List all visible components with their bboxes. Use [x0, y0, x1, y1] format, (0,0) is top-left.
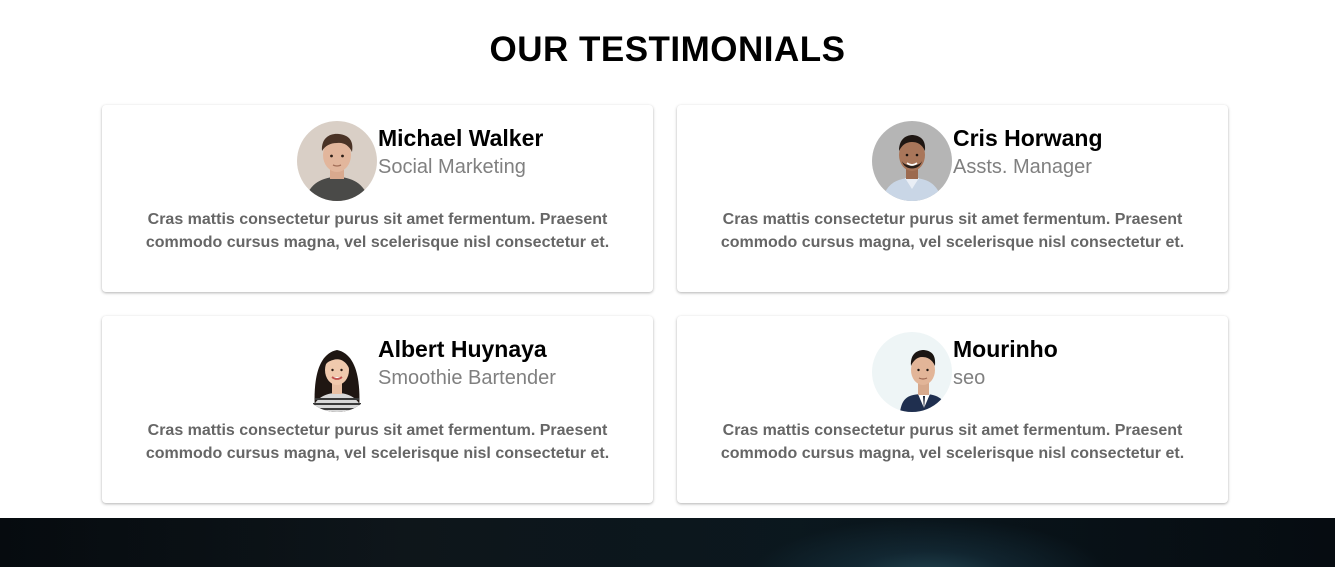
avatar [297, 332, 377, 412]
testimonial-quote: Cras mattis consectetur purus sit amet f… [145, 422, 610, 462]
person-name: Michael Walker [378, 125, 544, 151]
testimonial-quote: Cras mattis consectetur purus sit amet f… [145, 211, 610, 251]
card-header: Albert Huynaya Smoothie Bartender [102, 332, 653, 412]
card-header: Cris Horwang Assts. Manager [677, 121, 1228, 201]
person-info: Michael Walker Social Marketing [378, 124, 543, 179]
testimonial-card: Cris Horwang Assts. Manager Cras mattis … [677, 105, 1228, 292]
testimonial-quote: Cras mattis consectetur purus sit amet f… [720, 422, 1185, 462]
avatar-photo-icon [297, 332, 377, 412]
testimonial-card: Mourinho seo Cras mattis consectetur pur… [677, 316, 1228, 503]
person-role: Assts. Manager [953, 156, 1092, 178]
avatar [872, 332, 952, 412]
person-name: Cris Horwang [953, 125, 1103, 151]
footer-background-image [0, 518, 1335, 567]
person-role: Social Marketing [378, 156, 526, 178]
person-name: Albert Huynaya [378, 336, 547, 362]
testimonial-quote: Cras mattis consectetur purus sit amet f… [720, 211, 1185, 251]
person-role: seo [953, 367, 986, 389]
card-header: Michael Walker Social Marketing [102, 121, 653, 201]
person-role: Smoothie Bartender [378, 367, 556, 389]
avatar [297, 121, 377, 201]
testimonial-card: Albert Huynaya Smoothie Bartender Cras m… [102, 316, 653, 503]
person-name: Mourinho [953, 336, 1058, 362]
card-header: Mourinho seo [677, 332, 1228, 412]
person-info: Mourinho seo [953, 335, 1058, 390]
person-info: Cris Horwang Assts. Manager [953, 124, 1103, 179]
avatar [872, 121, 952, 201]
testimonial-card: Michael Walker Social Marketing Cras mat… [102, 105, 653, 292]
avatar-photo-icon [297, 121, 377, 201]
person-info: Albert Huynaya Smoothie Bartender [378, 335, 556, 390]
testimonials-section: OUR TESTIMONIALS Michael Walker Social M… [0, 0, 1335, 518]
avatar-photo-icon [872, 332, 952, 412]
section-title: OUR TESTIMONIALS [489, 30, 846, 69]
avatar-photo-icon [872, 121, 952, 201]
